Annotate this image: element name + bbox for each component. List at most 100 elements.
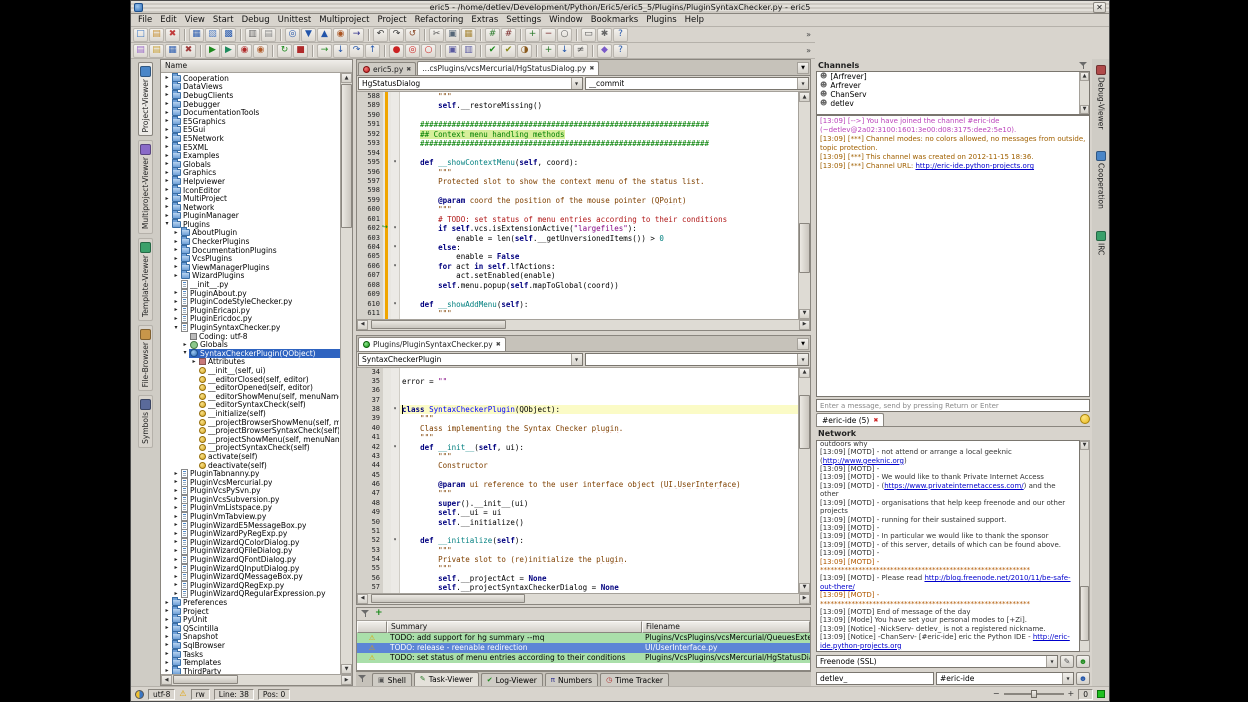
- join-channel-button[interactable]: ☻: [1076, 672, 1090, 685]
- sidebar-tab-multiproject-viewer[interactable]: Multiproject-Viewer: [138, 140, 153, 233]
- tree-item[interactable]: __editorClosed(self, editor): [161, 375, 340, 384]
- irc-message-input[interactable]: [816, 399, 1090, 412]
- tree-item[interactable]: ▸QScintilla: [161, 624, 340, 633]
- expand-arrow[interactable]: ▸: [163, 651, 171, 657]
- tree-item[interactable]: ▸Attributes: [161, 358, 340, 367]
- scroll-down-arrow[interactable]: ▼: [799, 583, 810, 593]
- toolbar-replace-button[interactable]: ◉: [333, 28, 348, 42]
- tree-item[interactable]: ▸PluginWizardQColorDialog.py: [161, 538, 340, 547]
- expand-arrow[interactable]: ▸: [172, 264, 180, 270]
- expand-arrow[interactable]: ▾: [172, 325, 180, 331]
- toolbar-help-button[interactable]: ?: [613, 28, 628, 42]
- tree-item[interactable]: ▸ThirdParty: [161, 667, 340, 674]
- toolbar-comment-button[interactable]: #: [485, 28, 500, 42]
- tree-item[interactable]: ▸Graphics: [161, 169, 340, 178]
- tree-item[interactable]: ▸PluginEricapi.py: [161, 306, 340, 315]
- scroll-up-arrow[interactable]: ▲: [341, 73, 352, 83]
- channel-select[interactable]: #eric-ide ▼: [936, 672, 1074, 685]
- toolbar-debug-project-button[interactable]: ◉: [253, 44, 268, 58]
- menu-bookmarks[interactable]: Bookmarks: [587, 15, 643, 25]
- close-channel-icon[interactable]: ✖: [873, 417, 878, 424]
- toolbar-uncomment-button[interactable]: #: [501, 28, 516, 42]
- expand-arrow[interactable]: ▸: [163, 642, 171, 648]
- menu-unittest[interactable]: Unittest: [274, 15, 316, 25]
- toolbar-helpviewer-button[interactable]: ?: [613, 44, 628, 58]
- menu-multiproject[interactable]: Multiproject: [315, 15, 373, 25]
- tree-item[interactable]: ▸DebugClients: [161, 91, 340, 100]
- toolbar-close-project-button[interactable]: ✖: [181, 44, 196, 58]
- editor-tab[interactable]: ...csPlugins/vcsMercurial/HgStatusDialog…: [417, 61, 599, 75]
- expand-arrow[interactable]: ▸: [172, 565, 180, 571]
- toolbar-overflow-button[interactable]: »: [804, 46, 813, 55]
- tree-item[interactable]: ▸PyUnit: [161, 615, 340, 624]
- toolbar-breakpoint-button[interactable]: ●: [389, 44, 404, 58]
- toolbar-new-window-button[interactable]: ▭: [581, 28, 596, 42]
- menu-window[interactable]: Window: [545, 15, 587, 25]
- expand-arrow[interactable]: ▸: [172, 488, 180, 494]
- toolbar-print-button[interactable]: ▥: [245, 28, 260, 42]
- scroll-left-arrow[interactable]: ◀: [161, 675, 172, 685]
- toolbar-debug-script-button[interactable]: ◉: [237, 44, 252, 58]
- editor-horizontal-scrollbar[interactable]: ◀▶: [357, 319, 810, 330]
- sidebar-tab-debug-viewer[interactable]: Debug-Viewer: [1095, 62, 1107, 132]
- toolbar-vcs-commit-button[interactable]: +: [541, 44, 556, 58]
- tab-list-button[interactable]: ▼: [797, 338, 809, 350]
- scroll-down-arrow[interactable]: ▼: [341, 664, 352, 674]
- expand-arrow[interactable]: ▸: [163, 170, 171, 176]
- scrollbar-thumb[interactable]: [341, 84, 352, 228]
- fold-margin[interactable]: ▾: [391, 262, 400, 271]
- filter-shell-icon[interactable]: [358, 674, 367, 683]
- scrollbar-thumb[interactable]: [371, 594, 525, 603]
- toolbar-undo-button[interactable]: ↶: [373, 28, 388, 42]
- toolbar-save-all-button[interactable]: ▩: [221, 28, 236, 42]
- tree-item[interactable]: __editorOpened(self, editor): [161, 383, 340, 392]
- tree-item[interactable]: ▸Cooperation: [161, 74, 340, 83]
- toolbar-step-button[interactable]: ↓: [333, 44, 348, 58]
- toolbar-profile-button[interactable]: ◑: [517, 44, 532, 58]
- tree-item[interactable]: ▸E5Graphics: [161, 117, 340, 126]
- toolbar-run-script-button[interactable]: ▶: [205, 44, 220, 58]
- tree-item[interactable]: ▸IconEditor: [161, 186, 340, 195]
- menu-view[interactable]: View: [181, 15, 209, 25]
- toolbar-check-style-button[interactable]: ✔: [501, 44, 516, 58]
- expand-arrow[interactable]: ▾: [181, 350, 189, 356]
- expand-arrow[interactable]: ▸: [163, 127, 171, 133]
- expand-arrow[interactable]: ▸: [172, 557, 180, 563]
- task-header-summary[interactable]: Summary: [387, 621, 642, 633]
- menu-refactoring[interactable]: Refactoring: [411, 15, 468, 25]
- expand-arrow[interactable]: ▸: [163, 84, 171, 90]
- tree-item[interactable]: ▸PluginTabnanny.py: [161, 469, 340, 478]
- code-area[interactable]: 588 """589 self.__restoreMissing()590 59…: [357, 92, 798, 319]
- tree-item[interactable]: __projectShowMenu(self, menuName, menu): [161, 435, 340, 444]
- tree-item[interactable]: ▸DocumentationTools: [161, 108, 340, 117]
- sidebar-tab-project-viewer[interactable]: Project-Viewer: [138, 62, 153, 136]
- expand-arrow[interactable]: ▸: [172, 316, 180, 322]
- expand-arrow[interactable]: ▸: [172, 582, 180, 588]
- expand-arrow[interactable]: ▾: [163, 221, 171, 227]
- expand-arrow[interactable]: ▸: [163, 110, 171, 116]
- scroll-up-arrow[interactable]: ▲: [799, 92, 810, 102]
- tree-item[interactable]: ▸WizardPlugins: [161, 272, 340, 281]
- expand-arrow[interactable]: ▸: [163, 196, 171, 202]
- toolbar-save-as-button[interactable]: ▧: [205, 28, 220, 42]
- expand-arrow[interactable]: ▸: [172, 574, 180, 580]
- tree-item[interactable]: ▸PluginVcsMercurial.py: [161, 478, 340, 487]
- expand-arrow[interactable]: ▸: [190, 359, 198, 365]
- tree-item[interactable]: ▾SyntaxCheckerPlugin(QObject): [161, 349, 340, 358]
- editor-vertical-scrollbar[interactable]: ▲▼: [798, 368, 810, 593]
- task-row[interactable]: ⚠TODO: add support for hg summary --mqPl…: [357, 633, 810, 643]
- toolbar-new-button[interactable]: □: [133, 28, 148, 42]
- menu-extras[interactable]: Extras: [467, 15, 502, 25]
- menu-settings[interactable]: Settings: [502, 15, 545, 25]
- task-row[interactable]: ⚠TODO: release - reenable redirectionUI/…: [357, 643, 810, 653]
- bottom-tab-numbers[interactable]: πNumbers: [545, 673, 598, 686]
- editor-tab[interactable]: Plugins/PluginSyntaxChecker.py✖: [358, 337, 506, 351]
- toolbar-search-prev-button[interactable]: ▲: [317, 28, 332, 42]
- scrollbar-thumb[interactable]: [799, 223, 810, 273]
- nick-input[interactable]: [816, 672, 934, 685]
- tree-item[interactable]: __projectBrowserShowMenu(self, menuName,…: [161, 418, 340, 427]
- toolbar-cut-button[interactable]: ✂: [429, 28, 444, 42]
- channels-filter-icon[interactable]: [1079, 61, 1088, 70]
- expand-arrow[interactable]: ▸: [172, 479, 180, 485]
- toolbar-step-out-button[interactable]: ↑: [365, 44, 380, 58]
